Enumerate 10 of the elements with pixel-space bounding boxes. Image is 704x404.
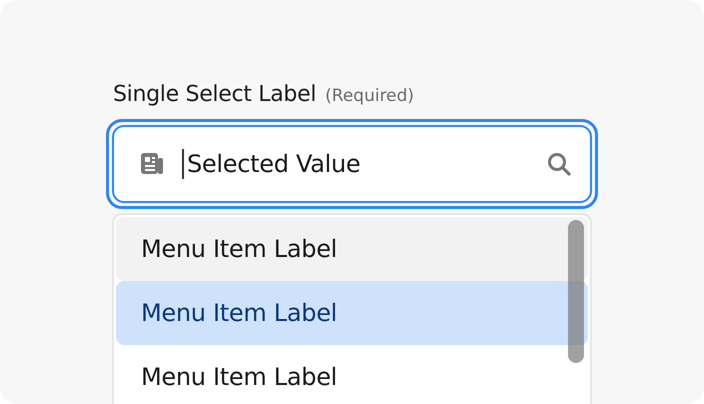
required-hint: (Required) — [325, 86, 414, 106]
search-icon[interactable] — [546, 151, 572, 177]
menu-item[interactable]: Menu Item Label — [116, 217, 588, 281]
selected-value: Selected Value — [182, 149, 546, 179]
menu-item[interactable]: Menu Item Label — [116, 345, 588, 404]
scrollbar-thumb[interactable] — [568, 220, 584, 363]
field-label: Single Select Label — [113, 82, 316, 107]
document-icon — [140, 152, 164, 176]
select-field[interactable]: Selected Value — [112, 125, 592, 203]
menu-item[interactable]: Menu Item Label — [116, 281, 588, 345]
